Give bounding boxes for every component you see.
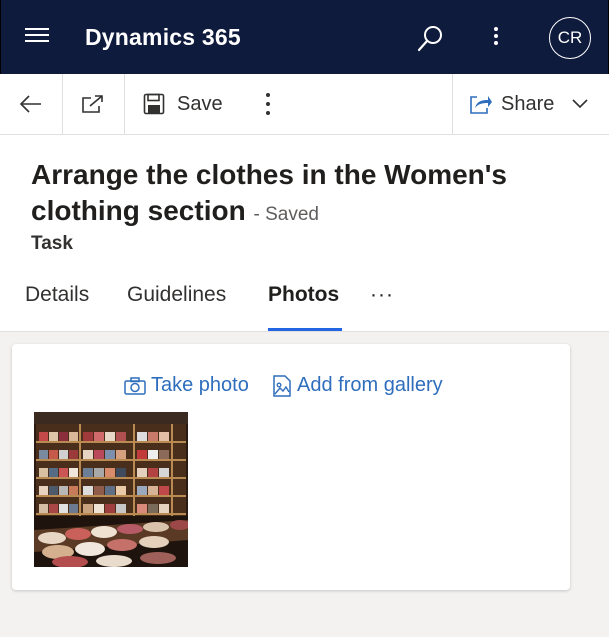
back-arrow-icon — [19, 95, 41, 113]
share-icon — [470, 96, 492, 114]
tab-details[interactable]: Details — [25, 283, 89, 307]
more-options-icon[interactable] — [487, 24, 505, 52]
record-header: Arrange the clothes in the Women's cloth… — [0, 135, 609, 332]
camera-icon — [124, 376, 146, 395]
add-from-gallery-label: Add from gallery — [297, 374, 443, 396]
save-label: Save — [177, 92, 223, 115]
active-tab-indicator — [268, 328, 342, 331]
open-in-new-window-button[interactable] — [63, 74, 123, 134]
more-vertical-icon — [266, 93, 270, 115]
share-label: Share — [501, 92, 555, 115]
save-icon — [143, 93, 165, 115]
popout-icon — [82, 95, 103, 113]
back-button[interactable] — [0, 74, 62, 134]
save-button[interactable]: Save — [125, 74, 235, 134]
hamburger-menu-icon[interactable] — [25, 28, 51, 46]
app-title: Dynamics 365 — [85, 24, 241, 50]
gallery-icon — [273, 374, 291, 397]
clothing-store-photo — [34, 412, 188, 567]
top-navigation-bar: Dynamics 365 CR — [0, 0, 609, 74]
add-from-gallery-button[interactable]: Add from gallery — [272, 374, 443, 397]
search-icon[interactable] — [415, 24, 445, 54]
take-photo-button[interactable]: Take photo — [124, 374, 249, 397]
share-button[interactable]: Share — [453, 74, 609, 134]
save-status: - Saved — [253, 204, 319, 225]
command-bar: Save Share — [0, 74, 609, 135]
photo-thumbnail[interactable] — [34, 412, 188, 567]
take-photo-label: Take photo — [151, 374, 249, 396]
more-tabs-button[interactable]: ··· — [370, 283, 394, 307]
tab-guidelines[interactable]: Guidelines — [127, 283, 226, 307]
entity-type-label: Task — [31, 233, 73, 254]
tab-photos[interactable]: Photos — [268, 283, 339, 307]
user-avatar[interactable]: CR — [549, 17, 591, 59]
more-commands-button[interactable] — [250, 74, 286, 134]
photos-card: Take photo Add from gallery — [12, 344, 570, 590]
chevron-down-icon — [572, 99, 588, 109]
record-title: Arrange the clothes in the Women's cloth… — [31, 157, 571, 233]
